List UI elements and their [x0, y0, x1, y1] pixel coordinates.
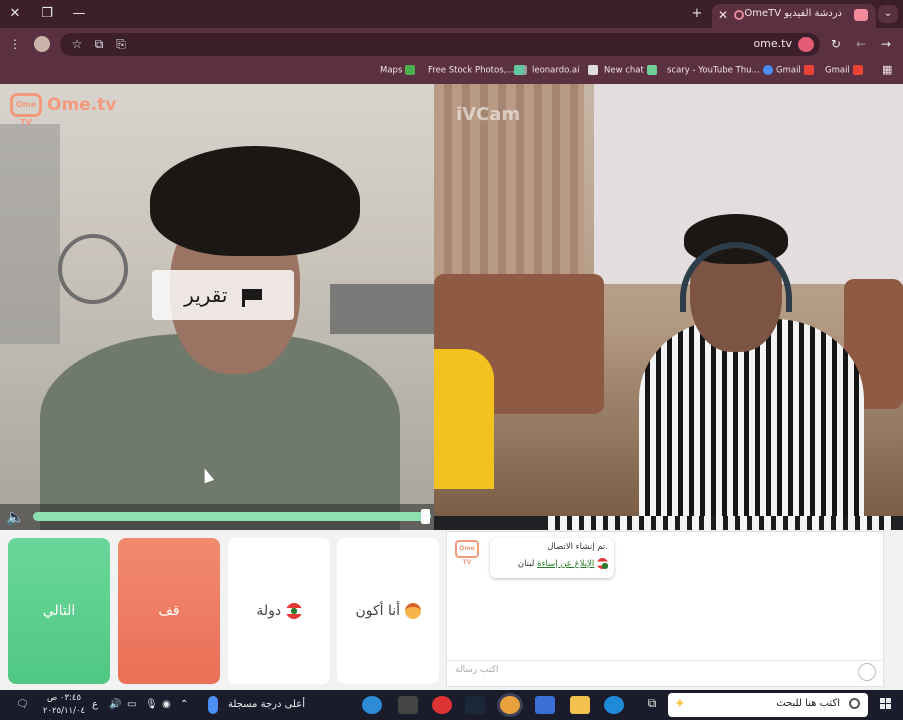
country-line: الإبلاغ عن إساءة لبنان [496, 558, 608, 569]
camera-tray-icon[interactable]: ◉ [162, 699, 171, 710]
country-filter-button[interactable]: دولة [228, 538, 330, 684]
wall-shadow [0, 124, 60, 344]
recorder-icon[interactable] [432, 696, 452, 714]
tab-search-icon[interactable]: ⌄ [878, 5, 898, 23]
tab-title: دردشة الفيديو OmeTV — بد [742, 8, 842, 19]
report-button[interactable]: تقرير [152, 270, 294, 320]
shelf [330, 284, 434, 334]
url-text: ome.tv [753, 37, 792, 50]
lebanon-flag-icon [597, 558, 608, 569]
search-highlight-icon: ✦ [674, 696, 686, 712]
ivcam-watermark: iVCam [456, 104, 521, 125]
weather-text: أعلى درجة مسجلة [228, 699, 305, 710]
forward-icon[interactable]: ← [852, 35, 870, 53]
thermometer-icon[interactable] [208, 696, 218, 714]
lebanon-flag-icon [285, 603, 302, 619]
notifications-icon[interactable]: 🗨 [16, 699, 29, 710]
minimize-window-icon[interactable]: — [68, 4, 90, 24]
all-bookmarks-icon[interactable]: ▦ [882, 63, 892, 76]
flag-icon [241, 288, 262, 307]
bookmark-scary-youtube[interactable]: scary - YouTube Thu... [667, 65, 773, 76]
search-icon [849, 698, 860, 709]
connection-message: تم إنشاء الاتصال. [547, 542, 608, 552]
chrome-icon[interactable] [500, 696, 520, 714]
new-tab-icon[interactable]: + [686, 4, 708, 24]
bookmark-leonardo[interactable]: leonardo.ai [514, 65, 579, 76]
app-icon[interactable] [398, 696, 418, 714]
task-view-icon[interactable]: ⧉ [642, 696, 662, 714]
report-abuse-link[interactable]: الإبلاغ عن إساءة [537, 559, 594, 569]
close-window-icon[interactable]: ✕ [4, 4, 26, 24]
browser-tab-ometv[interactable]: ✕ دردشة الفيديو OmeTV — بد [712, 4, 876, 28]
taskbar-search-input[interactable]: اكتب هنا للبحث ✦ [668, 693, 868, 717]
message-placeholder: اكتب رسالة [455, 665, 499, 675]
chatgpt-icon [588, 65, 598, 75]
self-video-edge [548, 516, 893, 530]
bookmark-maps[interactable]: Maps [380, 65, 416, 76]
yellow-chair [434, 349, 494, 489]
steam-icon[interactable] [465, 696, 485, 714]
web-icon [762, 65, 773, 75]
bookmark-new-chat[interactable]: New chat [588, 65, 657, 76]
file-explorer-icon[interactable] [570, 696, 590, 714]
tray-overflow-icon[interactable]: ⌃ [180, 699, 188, 710]
bookmark-gmail-1[interactable]: Gmail [776, 65, 814, 76]
gmail-icon [803, 65, 814, 75]
gender-filter-button[interactable]: أنا أكون [337, 538, 439, 684]
self-video [434, 84, 903, 516]
edge-icon[interactable] [604, 696, 624, 714]
system-message: تم إنشاء الاتصال. الإبلاغ عن إساءة لبنان [490, 538, 614, 578]
install-app-icon[interactable]: ⎘ [112, 35, 130, 53]
translate-icon[interactable]: ⧉ [90, 35, 108, 53]
next-button[interactable]: التالي [8, 538, 110, 684]
back-icon[interactable]: → [877, 35, 895, 53]
fan [58, 234, 128, 304]
maps-icon [405, 65, 416, 75]
windows-start-icon[interactable] [880, 698, 892, 710]
emoji-picker-icon[interactable] [858, 663, 876, 681]
camera-in-use-icon[interactable] [798, 37, 814, 52]
bookmark-gmail-2[interactable]: Gmail [825, 65, 863, 76]
speaker-icon[interactable]: 🔈 [6, 508, 25, 526]
gmail-icon [852, 65, 863, 75]
bookmark-star-icon[interactable]: ☆ [68, 35, 86, 53]
reload-icon[interactable]: ↻ [827, 35, 845, 53]
message-input[interactable] [446, 660, 884, 687]
volume-slider-thumb[interactable] [421, 509, 431, 524]
stranger-country: لبنان [517, 559, 535, 569]
tab-close-icon[interactable]: ✕ [718, 8, 728, 22]
leonardo-icon [514, 65, 524, 75]
ometv-chat-avatar-icon: Ome TV [455, 540, 479, 566]
ivcam-icon[interactable] [362, 696, 382, 714]
volume-tray-icon[interactable]: 🔊 [109, 699, 121, 710]
language-indicator[interactable]: ع [92, 699, 98, 710]
ometv-favicon-icon [854, 9, 868, 21]
browser-menu-icon[interactable]: ⋮ [6, 35, 24, 53]
person-emoji-icon [404, 603, 421, 619]
chat-app-icon [646, 65, 657, 75]
address-bar[interactable]: ☆ ⧉ ⎘ ome.tv [60, 33, 820, 56]
stop-button[interactable]: قف [118, 538, 220, 684]
network-icon[interactable]: ▭ [127, 699, 136, 710]
bookmark-free-stock-photos[interactable]: Free Stock Photos,... [428, 65, 528, 76]
clock-time: ٠٣:٤٥ ص [46, 693, 82, 703]
clock-date: ٢٠٢٥/١١/٠٤ [42, 706, 86, 716]
restore-window-icon[interactable]: ❐ [36, 4, 58, 24]
volume-slider[interactable] [33, 512, 431, 521]
clock[interactable]: ٠٣:٤٥ ص ٢٠٢٥/١١/٠٤ [40, 692, 88, 718]
microphone-icon[interactable]: 🎙 [145, 699, 158, 710]
store-icon[interactable] [535, 696, 555, 714]
stranger-hair [150, 146, 360, 256]
profile-avatar[interactable] [34, 36, 50, 52]
